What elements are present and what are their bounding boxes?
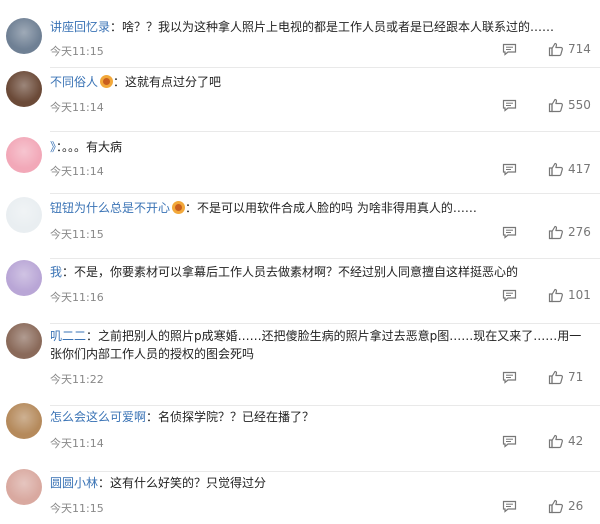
- comment-text: 之前把别人的照片p成寒婚……还把傻脸生病的照片拿过去恶意p图……现在又来了……用…: [50, 329, 582, 361]
- comment-content: 叽二二：之前把别人的照片p成寒婚……还把傻脸生病的照片拿过去恶意p图……现在又来…: [50, 327, 588, 363]
- comment-text: 不是可以用软件合成人脸的吗 为啥非得用真人的……: [197, 201, 477, 215]
- timestamp: 今天11:14: [50, 165, 104, 178]
- comment-content: 我：不是，你要素材可以拿幕后工作人员去做素材啊？不经过别人同意擅自这样挺恶心的: [50, 263, 588, 281]
- avatar[interactable]: [6, 469, 42, 505]
- username[interactable]: 圆圆小林: [50, 476, 98, 490]
- comment-bubble-icon[interactable]: [502, 43, 517, 56]
- like-count: 26: [568, 499, 584, 513]
- timestamp: 今天11:15: [50, 228, 104, 241]
- comment-item: 不同俗人 ：这就有点过分了吧今天11:14 550: [0, 71, 600, 135]
- comment-bubble-icon[interactable]: [502, 371, 517, 384]
- comment-item: 怎么会这么可爱啊：名侦探学院？？已经在播了？ 今天11:14 42: [0, 403, 600, 475]
- timestamp: 今天11:14: [50, 437, 104, 450]
- comment-item: 》：。。。有大病今天11:14 417: [0, 135, 600, 197]
- comment-content: 钮钮为什么总是不开心 ：不是可以用软件合成人脸的吗 为啥非得用真人的……: [50, 199, 588, 217]
- thumbs-up-icon[interactable]: [548, 434, 564, 449]
- thumbs-up-icon[interactable]: [548, 225, 564, 240]
- divider: [50, 471, 600, 472]
- timestamp: 今天11:16: [50, 291, 104, 304]
- avatar[interactable]: [6, 323, 42, 359]
- comment-text: 这有什么好笑的？只觉得过分: [110, 476, 267, 490]
- thumbs-up-icon[interactable]: [548, 42, 564, 57]
- avatar[interactable]: [6, 71, 42, 107]
- comment-bubble-icon[interactable]: [502, 99, 517, 112]
- comment-content: 不同俗人 ：这就有点过分了吧: [50, 73, 588, 91]
- timestamp: 今天11:14: [50, 101, 104, 114]
- vip-badge-icon: [172, 201, 186, 214]
- username[interactable]: 不同俗人: [50, 75, 98, 89]
- comment-content: 讲座回忆录：啥？？我以为这种拿人照片上电视的都是工作人员或者是已经跟本人联系过的…: [50, 18, 588, 36]
- comment-item: 我：不是，你要素材可以拿幕后工作人员去做素材啊？不经过别人同意擅自这样挺恶心的今…: [0, 260, 600, 327]
- thumbs-up-icon[interactable]: [548, 288, 564, 303]
- colon-separator: ：: [113, 75, 126, 89]
- comment-content: 》：。。。有大病: [50, 138, 588, 156]
- divider: [50, 405, 600, 406]
- comment-item: 讲座回忆录：啥？？我以为这种拿人照片上电视的都是工作人员或者是已经跟本人联系过的…: [0, 8, 600, 71]
- like-count: 101: [568, 288, 591, 302]
- like-count: 276: [568, 225, 591, 239]
- comment-bubble-icon[interactable]: [502, 289, 517, 302]
- like-count: 714: [568, 42, 591, 56]
- comment-item: 叽二二：之前把别人的照片p成寒婚……还把傻脸生病的照片拿过去恶意p图……现在又来…: [0, 323, 600, 409]
- username[interactable]: 我: [50, 265, 62, 279]
- divider: [50, 258, 600, 259]
- avatar[interactable]: [6, 260, 42, 296]
- comment-item: 钮钮为什么总是不开心 ：不是可以用软件合成人脸的吗 为啥非得用真人的…… 今天11:…: [0, 197, 600, 262]
- comment-text: 名侦探学院？？已经在播了？: [158, 410, 315, 424]
- colon-separator: ：: [110, 20, 123, 34]
- divider: [50, 193, 600, 194]
- timestamp: 今天11:15: [50, 45, 104, 58]
- comment-bubble-icon[interactable]: [502, 163, 517, 176]
- comment-bubble-icon[interactable]: [502, 435, 517, 448]
- username[interactable]: 钮钮为什么总是不开心: [50, 201, 170, 215]
- colon-separator: ：: [146, 410, 159, 424]
- colon-separator: ：: [98, 476, 111, 490]
- avatar[interactable]: [6, 18, 42, 54]
- comment-bubble-icon[interactable]: [502, 500, 517, 513]
- colon-separator: ：: [86, 329, 99, 343]
- thumbs-up-icon[interactable]: [548, 499, 564, 514]
- avatar[interactable]: [6, 197, 42, 233]
- comment-item: 圆圆小林：这有什么好笑的？只觉得过分 今天11:15 26: [0, 469, 600, 524]
- comment-list: 讲座回忆录：啥？？我以为这种拿人照片上电视的都是工作人员或者是已经跟本人联系过的…: [0, 0, 600, 524]
- vip-badge-icon: [100, 75, 114, 88]
- divider: [50, 131, 600, 132]
- comment-text: 。。。有大病: [62, 140, 123, 154]
- like-count: 71: [568, 370, 584, 384]
- divider: [50, 323, 600, 324]
- thumbs-up-icon[interactable]: [548, 370, 564, 385]
- avatar[interactable]: [6, 403, 42, 439]
- avatar[interactable]: [6, 137, 42, 173]
- thumbs-up-icon[interactable]: [548, 162, 564, 177]
- timestamp: 今天11:22: [50, 373, 104, 386]
- divider: [50, 67, 600, 68]
- like-count: 550: [568, 98, 591, 112]
- username[interactable]: 叽二二: [50, 329, 86, 343]
- colon-separator: ：: [62, 265, 75, 279]
- like-count: 417: [568, 162, 591, 176]
- timestamp: 今天11:15: [50, 502, 104, 515]
- comment-text: 这就有点过分了吧: [125, 75, 222, 89]
- username[interactable]: 讲座回忆录: [50, 20, 110, 34]
- comment-text: 不是，你要素材可以拿幕后工作人员去做素材啊？不经过别人同意擅自这样挺恶心的: [74, 265, 519, 279]
- thumbs-up-icon[interactable]: [548, 98, 564, 113]
- comment-content: 怎么会这么可爱啊：名侦探学院？？已经在播了？: [50, 408, 588, 426]
- username[interactable]: 怎么会这么可爱啊: [50, 410, 146, 424]
- comment-bubble-icon[interactable]: [502, 226, 517, 239]
- comment-text: 啥？？我以为这种拿人照片上电视的都是工作人员或者是已经跟本人联系过的……: [122, 20, 555, 34]
- comment-content: 圆圆小林：这有什么好笑的？只觉得过分: [50, 474, 588, 492]
- like-count: 42: [568, 434, 584, 448]
- colon-separator: ：: [185, 201, 198, 215]
